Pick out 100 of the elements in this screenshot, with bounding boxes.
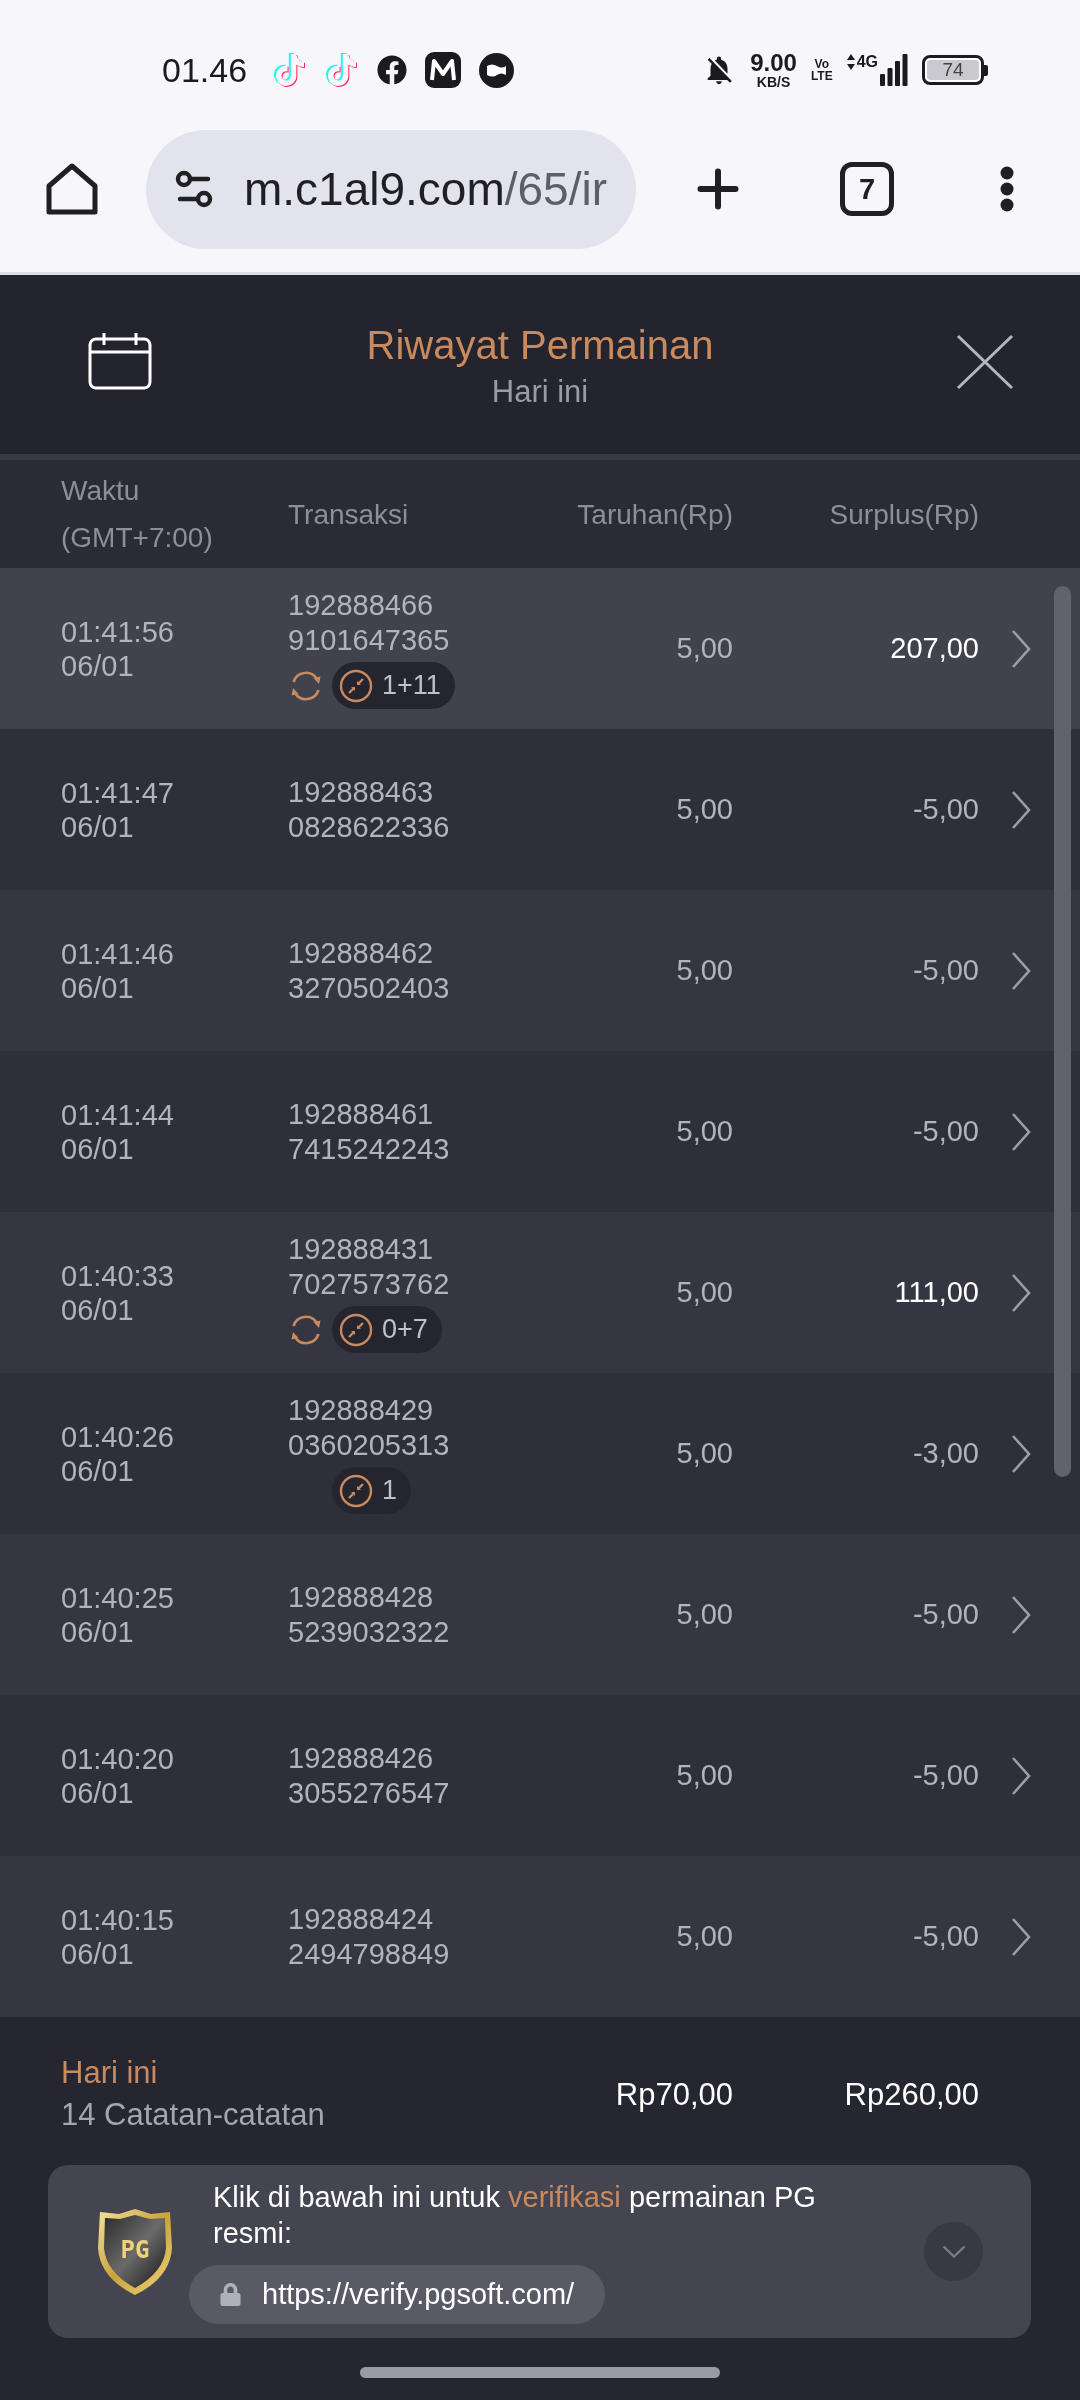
- network-type-text: 4G: [856, 54, 878, 70]
- battery-text: 74: [927, 60, 979, 80]
- chevron-right-icon: [1011, 1916, 1031, 1957]
- chevron-right-icon: [1011, 1594, 1031, 1635]
- surplus-amount: -5,00: [912, 1920, 979, 1953]
- surplus-amount: -5,00: [912, 793, 979, 826]
- history-row[interactable]: 01:40:25 06/01 192888428 5239032322 5,00 -5,00: [0, 1534, 1080, 1695]
- time-text: 01:40:15: [61, 1902, 174, 1937]
- history-row[interactable]: 01:40:15 06/01 192888424 2494798849 5,00 -5,00: [0, 1856, 1080, 2017]
- history-row[interactable]: 01:40:33 06/01 192888431 7027573762 0+7 5,00 111,00: [0, 1212, 1080, 1373]
- date-text: 06/01: [61, 1453, 134, 1488]
- time-text: 01:41:44: [61, 1097, 174, 1132]
- transaction-id: 192888426 3055276547: [288, 1740, 450, 1811]
- date-text: 06/01: [61, 970, 134, 1005]
- close-icon[interactable]: [956, 334, 1014, 390]
- history-row[interactable]: 01:41:56 06/01 192888466 9101647365 1+11 5,00 207,00: [0, 568, 1080, 729]
- date-text: 06/01: [61, 1131, 134, 1166]
- history-row[interactable]: 01:40:26 06/01 192888429 0360205313 1 5,00 -3,00: [0, 1373, 1080, 1534]
- transaction-id: 192888463 0828622336: [288, 774, 450, 845]
- summary-label: Hari ini: [61, 2054, 158, 2092]
- column-header: Waktu (GMT+7:00): [61, 474, 214, 555]
- bet-amount: 5,00: [676, 1115, 733, 1148]
- tab-switcher-button[interactable]: 7: [840, 162, 894, 216]
- address-bar[interactable]: m.c1al9.com/65/ir: [146, 129, 636, 249]
- chevron-right-icon: [1011, 1433, 1031, 1474]
- home-icon[interactable]: [45, 162, 99, 216]
- date-text: 06/01: [61, 648, 134, 683]
- time-text: 01:41:47: [61, 775, 174, 810]
- surplus-amount: 207,00: [890, 632, 979, 665]
- net-speed-text: 9.00: [750, 51, 797, 75]
- time-text: 01:41:46: [61, 936, 174, 971]
- date-text: 06/01: [61, 1614, 134, 1649]
- record-count: 14 Catatan-catatan: [61, 2096, 325, 2134]
- surplus-amount: -5,00: [912, 954, 979, 987]
- spin-count-text: 0+7: [382, 1314, 428, 1345]
- history-row[interactable]: 01:41:44 06/01 192888461 7415242243 5,00 -5,00: [0, 1051, 1080, 1212]
- date-text: 06/01: [61, 1775, 134, 1810]
- bet-amount: 5,00: [676, 1276, 733, 1309]
- time-text: 01:40:20: [61, 1741, 174, 1776]
- bet-amount: 5,00: [676, 1437, 733, 1470]
- transaction-id: 192888431 7027573762: [288, 1232, 450, 1302]
- bet-amount: 5,00: [676, 632, 733, 665]
- surplus-amount: -5,00: [912, 1759, 979, 1792]
- spin-count-text: 1: [382, 1475, 398, 1506]
- surplus-amount: -5,00: [912, 1598, 979, 1631]
- spin-count-text: 1+11: [382, 670, 441, 701]
- date-text: 06/01: [61, 1292, 134, 1327]
- signal-bars-icon: [880, 54, 908, 86]
- bet-amount: 5,00: [676, 1759, 733, 1792]
- time-text: 01:40:26: [61, 1419, 174, 1454]
- shrink-arrows-icon: [339, 1473, 373, 1508]
- chevron-right-icon: [1011, 1272, 1031, 1313]
- verify-message: Klik di bawah ini untuk verifikasi permainan PG resmi:: [212, 2180, 817, 2251]
- tiktok-icon: [273, 53, 308, 87]
- time-text: 01:41:56: [61, 614, 174, 649]
- chevron-right-icon: [1011, 1111, 1031, 1152]
- total-surplus: Rp260,00: [844, 2077, 979, 2113]
- shrink-arrows-icon: [339, 1312, 373, 1347]
- chevron-right-icon: [1011, 950, 1031, 991]
- transaction-id: 192888424 2494798849: [288, 1901, 450, 1972]
- transaction-id: 192888428 5239032322: [288, 1579, 450, 1650]
- transaction-id: 192888462 3270502403: [288, 935, 450, 1006]
- column-header: Taruhan(Rp): [577, 497, 733, 532]
- history-row[interactable]: 01:41:47 06/01 192888463 0828622336 5,00 -5,00: [0, 729, 1080, 890]
- speed-unit-text: KB/S: [756, 75, 791, 89]
- column-header: Transaksi: [288, 497, 409, 532]
- total-bet: Rp70,00: [615, 2077, 733, 2113]
- history-row[interactable]: 01:40:20 06/01 192888426 3055276547 5,00 -5,00: [0, 1695, 1080, 1856]
- transaction-id: 192888461 7415242243: [288, 1096, 450, 1167]
- app-logo-icon: [425, 52, 462, 88]
- bet-amount: 5,00: [676, 793, 733, 826]
- bet-amount: 5,00: [676, 1920, 733, 1953]
- chevron-right-icon: [1011, 1755, 1031, 1796]
- shrink-arrows-icon: [339, 668, 373, 703]
- date-text: 06/01: [61, 809, 134, 844]
- page-title: Riwayat Permainan: [366, 322, 714, 368]
- transaction-id: 192888466 9101647365: [288, 588, 450, 658]
- flag-circle-icon: [479, 52, 515, 88]
- lock-icon: [219, 2283, 242, 2306]
- time-text: 01:40:25: [61, 1580, 174, 1615]
- volte-text: Vo LTE: [810, 58, 833, 82]
- chevron-right-icon: [1011, 628, 1031, 669]
- chevron-right-icon: [1011, 789, 1031, 830]
- data-arrows-icon: [846, 54, 855, 70]
- surplus-amount: -3,00: [912, 1437, 979, 1470]
- calendar-icon[interactable]: [88, 332, 152, 390]
- verify-link[interactable]: https://verify.pgsoft.com/: [189, 2265, 606, 2324]
- chevron-down-icon: [941, 2245, 966, 2258]
- column-header: Surplus(Rp): [829, 497, 979, 532]
- page-subtitle: Hari ini: [491, 373, 589, 411]
- history-row[interactable]: 01:41:46 06/01 192888462 3270502403 5,00 -5,00: [0, 890, 1080, 1051]
- surplus-amount: -5,00: [912, 1115, 979, 1148]
- menu-icon[interactable]: [1000, 166, 1014, 212]
- time-text: 01:40:33: [61, 1258, 174, 1293]
- surplus-amount: 111,00: [894, 1276, 979, 1309]
- clock-text: 01.46: [162, 50, 248, 90]
- bet-amount: 5,00: [676, 1598, 733, 1631]
- transaction-id: 192888429 0360205313: [288, 1393, 450, 1463]
- facebook-icon: [377, 55, 408, 85]
- bet-amount: 5,00: [676, 954, 733, 987]
